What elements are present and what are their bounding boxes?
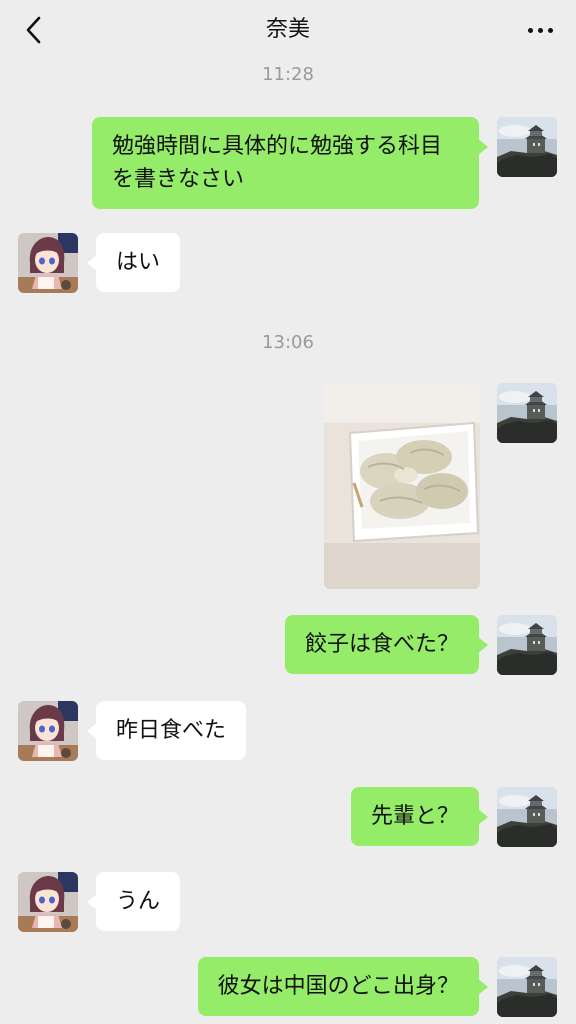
- nav-bar: 奈美: [0, 0, 576, 60]
- my-avatar[interactable]: [497, 787, 557, 847]
- chat-title: 奈美: [265, 17, 310, 42]
- message-bubble-sent[interactable]: 先輩と？: [350, 787, 489, 846]
- timestamp: 13:06: [262, 332, 314, 353]
- message-bubble-sent[interactable]: 彼女は中国のどこ出身？: [197, 957, 489, 1016]
- my-avatar[interactable]: [497, 383, 557, 443]
- my-avatar[interactable]: [497, 957, 557, 1017]
- dumplings-photo[interactable]: [324, 383, 480, 589]
- contact-avatar[interactable]: [18, 701, 78, 761]
- message-bubble-sent[interactable]: 餃子は食べた？: [284, 615, 489, 674]
- my-avatar[interactable]: [497, 117, 557, 177]
- my-avatar[interactable]: [497, 615, 557, 675]
- more-options-button[interactable]: [520, 12, 560, 48]
- message-bubble-received[interactable]: うん: [86, 872, 181, 931]
- message-bubble-received[interactable]: 昨日食べた: [86, 701, 247, 760]
- contact-avatar[interactable]: [18, 233, 78, 293]
- contact-avatar[interactable]: [18, 872, 78, 932]
- message-bubble-sent[interactable]: 勉強時間に具体的に勉強する科目を書きなさい: [92, 117, 488, 209]
- timestamp: 11:28: [262, 64, 314, 85]
- message-bubble-received[interactable]: はい: [86, 233, 181, 292]
- more-dots-icon: [527, 27, 533, 33]
